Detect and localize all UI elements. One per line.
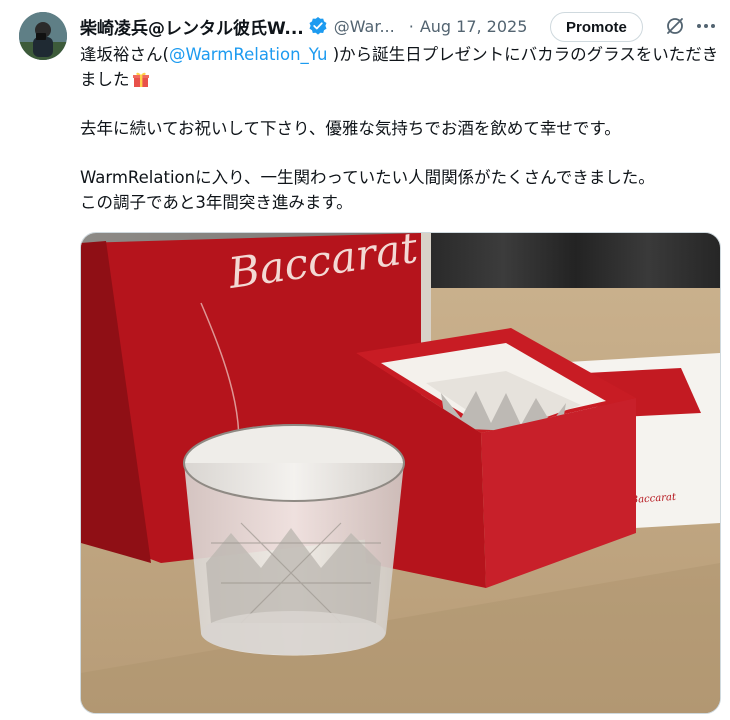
- tweet-media-photo[interactable]: Baccarat Baccarat: [80, 232, 721, 714]
- tweet-date[interactable]: Aug 17, 2025: [420, 17, 528, 36]
- tweet-text: 逢坂裕さん(@WarmRelation_Yu )から誕生日プレゼントにバカラのグ…: [80, 42, 720, 215]
- tweet-paragraph-2: 去年に続いてお祝いして下さり、優雅な気持ちでお酒を飲めて幸せです。: [80, 119, 621, 138]
- tweet-header: 柴崎凌兵@レンタル彼氏W... @War... · Aug 17, 2025 P…: [80, 12, 720, 42]
- tweet-paragraph-1: 逢坂裕さん(@WarmRelation_Yu )から誕生日プレゼントにバカラのグ…: [80, 42, 720, 92]
- author-handle[interactable]: @War...: [334, 17, 395, 36]
- promote-button[interactable]: Promote: [550, 12, 643, 42]
- separator-dot: ·: [408, 16, 414, 36]
- author-avatar[interactable]: [19, 12, 67, 60]
- tweet-paragraph-3a: WarmRelationに入り、一生関わっていたい人間関係がたくさんできました。: [80, 168, 655, 187]
- grok-icon[interactable]: [665, 16, 685, 36]
- tweet-paragraph-3b: この調子であと3年間突き進みます。: [80, 193, 353, 212]
- text-segment: 逢坂裕さん(: [80, 45, 169, 64]
- author-display-name[interactable]: 柴崎凌兵@レンタル彼氏W...: [80, 14, 304, 39]
- more-options-icon[interactable]: [695, 16, 717, 36]
- verified-badge-icon: [308, 16, 328, 36]
- gift-emoji-icon: [132, 70, 150, 88]
- mention-link[interactable]: @WarmRelation_Yu: [169, 45, 328, 64]
